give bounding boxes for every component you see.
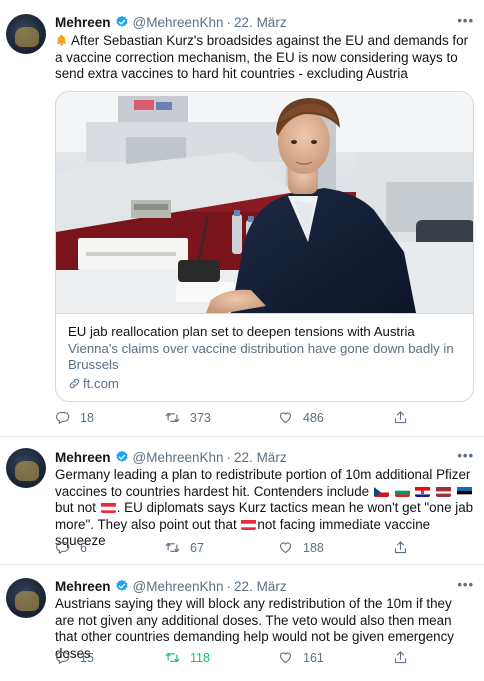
share-icon — [393, 410, 408, 425]
reply-icon — [55, 650, 70, 665]
author-handle[interactable]: @MehreenKhn — [133, 15, 224, 30]
flag-austria-icon — [241, 519, 257, 530]
author-name[interactable]: Mehreen — [55, 450, 111, 465]
share-button[interactable] — [393, 410, 418, 425]
separator: · — [226, 449, 232, 465]
card-title[interactable]: EU jab reallocation plan set to deepen t… — [68, 324, 461, 341]
flag-latvia-icon — [436, 486, 452, 497]
tweet-header: Mehreen @MehreenKhn · 22. März ••• — [55, 13, 474, 31]
more-options-icon[interactable]: ••• — [457, 13, 474, 28]
retweet-button[interactable]: 118 — [165, 650, 210, 665]
card-domain[interactable]: ft.com — [68, 376, 461, 393]
share-icon — [393, 650, 408, 665]
reply-button[interactable]: 15 — [55, 650, 94, 665]
card-description: Vienna's claims over vaccine distributio… — [68, 340, 454, 373]
reply-count: 18 — [80, 410, 94, 425]
tweet-text: Germany leading a plan to redistribute p… — [55, 467, 474, 550]
reply-icon — [55, 540, 70, 555]
avatar[interactable] — [6, 578, 46, 618]
flag-czech-icon — [373, 486, 389, 497]
card-body[interactable]: EU jab reallocation plan set to deepen t… — [56, 313, 473, 401]
flag-estonia-icon — [456, 486, 472, 497]
card-domain-text: ft.com — [83, 375, 119, 391]
reply-button[interactable]: 18 — [55, 410, 94, 425]
retweet-count: 373 — [190, 410, 211, 425]
reply-button[interactable]: 6 — [55, 540, 87, 555]
retweet-button[interactable]: 373 — [165, 410, 211, 425]
tweet[interactable]: Mehreen @MehreenKhn · 22. März ••• Austr… — [0, 565, 484, 681]
tweet-actions: 18 373 486 — [55, 410, 415, 428]
like-button[interactable]: 161 — [278, 650, 324, 665]
reply-count: 15 — [80, 650, 94, 665]
reply-icon — [55, 410, 70, 425]
tweet-date[interactable]: 22. März — [234, 450, 287, 465]
like-count: 161 — [303, 650, 324, 665]
tweet-body-part: not — [77, 500, 96, 515]
separator: · — [226, 14, 232, 30]
retweet-icon — [165, 650, 180, 665]
flag-croatia-icon — [415, 486, 431, 497]
link-icon — [68, 377, 81, 390]
like-button[interactable]: 486 — [278, 410, 324, 425]
share-button[interactable] — [393, 650, 418, 665]
retweet-button[interactable]: 67 — [165, 540, 204, 555]
bell-icon — [56, 34, 67, 46]
tweet-header: Mehreen @MehreenKhn · 22. März ••• — [55, 577, 474, 595]
tweet-date[interactable]: 22. März — [234, 579, 287, 594]
separator: · — [226, 578, 232, 594]
reply-count: 6 — [80, 540, 87, 555]
tweet-date[interactable]: 22. März — [234, 15, 287, 30]
share-icon — [393, 540, 408, 555]
author-handle[interactable]: @MehreenKhn — [133, 579, 224, 594]
tweet-text: After Sebastian Kurz's broadsides agains… — [55, 33, 474, 83]
more-options-icon[interactable]: ••• — [457, 448, 474, 463]
retweet-icon — [165, 540, 180, 555]
like-button[interactable]: 188 — [278, 540, 324, 555]
link-card[interactable]: EU jab reallocation plan set to deepen t… — [55, 91, 474, 402]
verified-icon — [115, 450, 129, 464]
card-image[interactable] — [56, 92, 473, 313]
avatar[interactable] — [6, 14, 46, 54]
like-icon — [278, 650, 293, 665]
tweet-body-part: but — [55, 500, 74, 515]
author-handle[interactable]: @MehreenKhn — [133, 450, 224, 465]
tweet-header: Mehreen @MehreenKhn · 22. März ••• — [55, 448, 474, 466]
tweet[interactable]: Mehreen @MehreenKhn · 22. März ••• After… — [0, 0, 484, 437]
avatar[interactable] — [6, 448, 46, 488]
verified-icon — [115, 15, 129, 29]
more-options-icon[interactable]: ••• — [457, 577, 474, 592]
retweet-count: 67 — [190, 540, 204, 555]
flag-austria-icon — [100, 502, 116, 513]
author-name[interactable]: Mehreen — [55, 579, 111, 594]
like-icon — [278, 410, 293, 425]
verified-icon — [115, 579, 129, 593]
tweet-actions: 15 118 161 — [55, 650, 415, 668]
press-photo — [56, 92, 473, 313]
flag-bulgaria-icon — [394, 486, 410, 497]
share-button[interactable] — [393, 540, 418, 555]
author-name[interactable]: Mehreen — [55, 15, 111, 30]
like-count: 188 — [303, 540, 324, 555]
like-icon — [278, 540, 293, 555]
retweet-icon — [165, 410, 180, 425]
tweet[interactable]: Mehreen @MehreenKhn · 22. März ••• Germa… — [0, 437, 484, 565]
like-count: 486 — [303, 410, 324, 425]
tweet-actions: 6 67 188 — [55, 540, 415, 558]
retweet-count: 118 — [190, 650, 210, 665]
tweet-body: After Sebastian Kurz's broadsides agains… — [55, 33, 469, 81]
